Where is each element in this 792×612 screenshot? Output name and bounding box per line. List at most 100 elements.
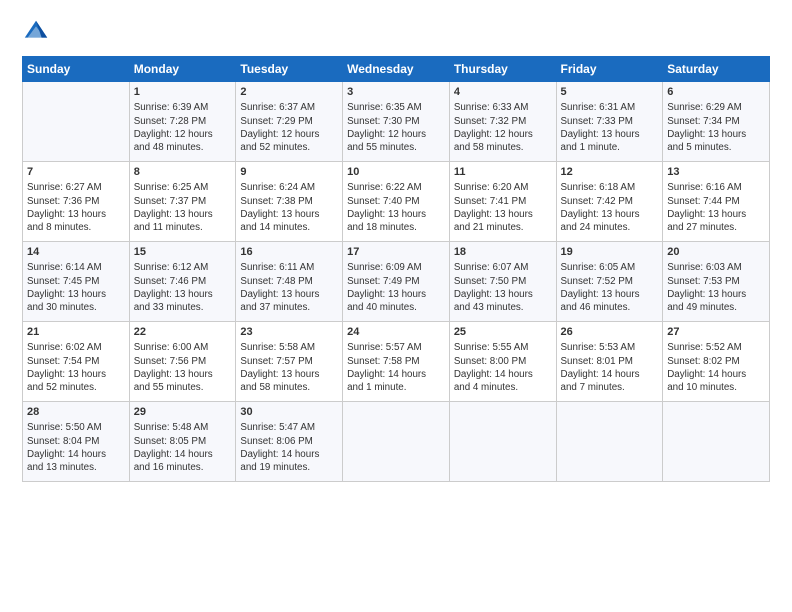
day-info: Sunrise: 6:18 AM Sunset: 7:42 PM Dayligh… (561, 181, 659, 234)
day-number: 20 (667, 245, 765, 260)
header-row: SundayMondayTuesdayWednesdayThursdayFrid… (23, 57, 770, 82)
day-number: 26 (561, 325, 659, 340)
header-cell-sunday: Sunday (23, 57, 130, 82)
day-info: Sunrise: 6:16 AM Sunset: 7:44 PM Dayligh… (667, 181, 765, 234)
day-cell: 23Sunrise: 5:58 AM Sunset: 7:57 PM Dayli… (236, 322, 343, 402)
day-number: 24 (347, 325, 445, 340)
week-row-2: 7Sunrise: 6:27 AM Sunset: 7:36 PM Daylig… (23, 162, 770, 242)
day-info: Sunrise: 6:02 AM Sunset: 7:54 PM Dayligh… (27, 341, 125, 394)
day-cell: 13Sunrise: 6:16 AM Sunset: 7:44 PM Dayli… (663, 162, 770, 242)
header-cell-friday: Friday (556, 57, 663, 82)
day-cell: 25Sunrise: 5:55 AM Sunset: 8:00 PM Dayli… (449, 322, 556, 402)
week-row-3: 14Sunrise: 6:14 AM Sunset: 7:45 PM Dayli… (23, 242, 770, 322)
day-number: 10 (347, 165, 445, 180)
day-number: 8 (134, 165, 232, 180)
day-info: Sunrise: 6:37 AM Sunset: 7:29 PM Dayligh… (240, 101, 338, 154)
week-row-5: 28Sunrise: 5:50 AM Sunset: 8:04 PM Dayli… (23, 402, 770, 482)
day-number: 2 (240, 85, 338, 100)
day-info: Sunrise: 6:33 AM Sunset: 7:32 PM Dayligh… (454, 101, 552, 154)
day-info: Sunrise: 6:35 AM Sunset: 7:30 PM Dayligh… (347, 101, 445, 154)
day-number: 11 (454, 165, 552, 180)
day-info: Sunrise: 6:31 AM Sunset: 7:33 PM Dayligh… (561, 101, 659, 154)
calendar-header: SundayMondayTuesdayWednesdayThursdayFrid… (23, 57, 770, 82)
day-cell: 16Sunrise: 6:11 AM Sunset: 7:48 PM Dayli… (236, 242, 343, 322)
day-cell: 12Sunrise: 6:18 AM Sunset: 7:42 PM Dayli… (556, 162, 663, 242)
day-cell (449, 402, 556, 482)
day-cell: 2Sunrise: 6:37 AM Sunset: 7:29 PM Daylig… (236, 82, 343, 162)
day-cell: 28Sunrise: 5:50 AM Sunset: 8:04 PM Dayli… (23, 402, 130, 482)
day-cell: 18Sunrise: 6:07 AM Sunset: 7:50 PM Dayli… (449, 242, 556, 322)
day-cell (663, 402, 770, 482)
day-number: 7 (27, 165, 125, 180)
day-cell: 26Sunrise: 5:53 AM Sunset: 8:01 PM Dayli… (556, 322, 663, 402)
day-info: Sunrise: 6:11 AM Sunset: 7:48 PM Dayligh… (240, 261, 338, 314)
day-number: 18 (454, 245, 552, 260)
day-cell: 17Sunrise: 6:09 AM Sunset: 7:49 PM Dayli… (343, 242, 450, 322)
calendar-table: SundayMondayTuesdayWednesdayThursdayFrid… (22, 56, 770, 482)
day-number: 22 (134, 325, 232, 340)
day-info: Sunrise: 5:48 AM Sunset: 8:05 PM Dayligh… (134, 421, 232, 474)
day-number: 29 (134, 405, 232, 420)
day-info: Sunrise: 5:53 AM Sunset: 8:01 PM Dayligh… (561, 341, 659, 394)
day-number: 27 (667, 325, 765, 340)
day-info: Sunrise: 6:05 AM Sunset: 7:52 PM Dayligh… (561, 261, 659, 314)
day-number: 15 (134, 245, 232, 260)
day-number: 6 (667, 85, 765, 100)
day-cell: 10Sunrise: 6:22 AM Sunset: 7:40 PM Dayli… (343, 162, 450, 242)
header (22, 18, 770, 46)
day-info: Sunrise: 5:55 AM Sunset: 8:00 PM Dayligh… (454, 341, 552, 394)
day-cell: 20Sunrise: 6:03 AM Sunset: 7:53 PM Dayli… (663, 242, 770, 322)
day-info: Sunrise: 6:20 AM Sunset: 7:41 PM Dayligh… (454, 181, 552, 234)
day-cell: 21Sunrise: 6:02 AM Sunset: 7:54 PM Dayli… (23, 322, 130, 402)
day-info: Sunrise: 6:14 AM Sunset: 7:45 PM Dayligh… (27, 261, 125, 314)
day-cell (23, 82, 130, 162)
day-cell: 19Sunrise: 6:05 AM Sunset: 7:52 PM Dayli… (556, 242, 663, 322)
day-number: 3 (347, 85, 445, 100)
header-cell-wednesday: Wednesday (343, 57, 450, 82)
day-info: Sunrise: 6:00 AM Sunset: 7:56 PM Dayligh… (134, 341, 232, 394)
page: SundayMondayTuesdayWednesdayThursdayFrid… (0, 0, 792, 612)
day-cell: 4Sunrise: 6:33 AM Sunset: 7:32 PM Daylig… (449, 82, 556, 162)
day-info: Sunrise: 6:39 AM Sunset: 7:28 PM Dayligh… (134, 101, 232, 154)
day-info: Sunrise: 6:09 AM Sunset: 7:49 PM Dayligh… (347, 261, 445, 314)
day-number: 12 (561, 165, 659, 180)
day-number: 16 (240, 245, 338, 260)
header-cell-thursday: Thursday (449, 57, 556, 82)
day-cell: 9Sunrise: 6:24 AM Sunset: 7:38 PM Daylig… (236, 162, 343, 242)
day-number: 21 (27, 325, 125, 340)
day-cell: 6Sunrise: 6:29 AM Sunset: 7:34 PM Daylig… (663, 82, 770, 162)
day-info: Sunrise: 6:22 AM Sunset: 7:40 PM Dayligh… (347, 181, 445, 234)
day-info: Sunrise: 6:12 AM Sunset: 7:46 PM Dayligh… (134, 261, 232, 314)
day-number: 4 (454, 85, 552, 100)
day-info: Sunrise: 6:29 AM Sunset: 7:34 PM Dayligh… (667, 101, 765, 154)
day-info: Sunrise: 6:07 AM Sunset: 7:50 PM Dayligh… (454, 261, 552, 314)
day-number: 19 (561, 245, 659, 260)
day-info: Sunrise: 5:57 AM Sunset: 7:58 PM Dayligh… (347, 341, 445, 394)
day-number: 23 (240, 325, 338, 340)
day-cell: 11Sunrise: 6:20 AM Sunset: 7:41 PM Dayli… (449, 162, 556, 242)
day-cell: 27Sunrise: 5:52 AM Sunset: 8:02 PM Dayli… (663, 322, 770, 402)
day-number: 25 (454, 325, 552, 340)
header-cell-tuesday: Tuesday (236, 57, 343, 82)
day-number: 1 (134, 85, 232, 100)
day-info: Sunrise: 6:24 AM Sunset: 7:38 PM Dayligh… (240, 181, 338, 234)
week-row-4: 21Sunrise: 6:02 AM Sunset: 7:54 PM Dayli… (23, 322, 770, 402)
day-cell: 30Sunrise: 5:47 AM Sunset: 8:06 PM Dayli… (236, 402, 343, 482)
day-number: 9 (240, 165, 338, 180)
week-row-1: 1Sunrise: 6:39 AM Sunset: 7:28 PM Daylig… (23, 82, 770, 162)
day-cell (343, 402, 450, 482)
day-cell: 3Sunrise: 6:35 AM Sunset: 7:30 PM Daylig… (343, 82, 450, 162)
calendar-body: 1Sunrise: 6:39 AM Sunset: 7:28 PM Daylig… (23, 82, 770, 482)
day-number: 13 (667, 165, 765, 180)
day-info: Sunrise: 6:03 AM Sunset: 7:53 PM Dayligh… (667, 261, 765, 314)
day-cell: 29Sunrise: 5:48 AM Sunset: 8:05 PM Dayli… (129, 402, 236, 482)
day-info: Sunrise: 6:27 AM Sunset: 7:36 PM Dayligh… (27, 181, 125, 234)
day-cell (556, 402, 663, 482)
day-info: Sunrise: 5:47 AM Sunset: 8:06 PM Dayligh… (240, 421, 338, 474)
day-number: 30 (240, 405, 338, 420)
day-number: 28 (27, 405, 125, 420)
header-cell-monday: Monday (129, 57, 236, 82)
day-cell: 14Sunrise: 6:14 AM Sunset: 7:45 PM Dayli… (23, 242, 130, 322)
day-number: 14 (27, 245, 125, 260)
day-info: Sunrise: 5:50 AM Sunset: 8:04 PM Dayligh… (27, 421, 125, 474)
